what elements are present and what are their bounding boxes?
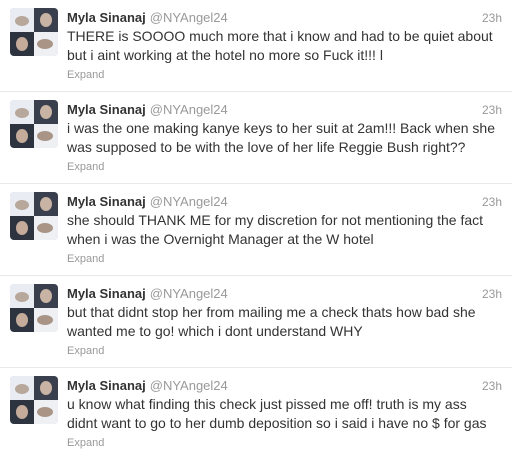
author-name[interactable]: Myla Sinanaj <box>67 286 146 301</box>
tweet-item[interactable]: Myla Sinanaj @NYAngel24 23h THERE is SOOO… <box>0 0 512 92</box>
author-handle[interactable]: @NYAngel24 <box>150 378 228 393</box>
tweet-content: Myla Sinanaj @NYAngel24 23h she should TH… <box>67 193 502 267</box>
tweet-text-line: didnt want to go to her dumb deposition … <box>67 415 487 431</box>
profile-photo-icon <box>10 8 58 56</box>
tweet-text-line: u know what finding this check just piss… <box>67 396 467 412</box>
tweet-text-line: THERE is SOOOO much more that i know and… <box>67 28 493 44</box>
tweet-text-line: was supposed to be with the love of her … <box>67 139 466 155</box>
tweet-content: Myla Sinanaj @NYAngel24 23h THERE is SOOO… <box>67 9 502 83</box>
profile-photo-icon <box>10 284 58 332</box>
tweet-content: Myla Sinanaj @NYAngel24 23h i was the one… <box>67 101 502 175</box>
tweet-timestamp[interactable]: 23h <box>482 9 502 27</box>
tweet-header: Myla Sinanaj @NYAngel24 23h <box>67 285 502 303</box>
avatar[interactable] <box>10 192 58 240</box>
avatar[interactable] <box>10 8 58 56</box>
tweet-content: Myla Sinanaj @NYAngel24 23h u know what f… <box>67 377 502 451</box>
tweet-text-line: but i aint working at the hotel no more … <box>67 47 383 63</box>
author-name[interactable]: Myla Sinanaj <box>67 194 146 209</box>
tweet-header: Myla Sinanaj @NYAngel24 23h <box>67 9 502 27</box>
author-name[interactable]: Myla Sinanaj <box>67 378 146 393</box>
author-handle[interactable]: @NYAngel24 <box>150 194 228 209</box>
avatar[interactable] <box>10 376 58 424</box>
profile-photo-icon <box>10 192 58 240</box>
tweet-text-line: i was the one making kanye keys to her s… <box>67 120 495 136</box>
tweet-content: Myla Sinanaj @NYAngel24 23h but that didn… <box>67 285 502 359</box>
author-name[interactable]: Myla Sinanaj <box>67 102 146 117</box>
tweet-header: Myla Sinanaj @NYAngel24 23h <box>67 377 502 395</box>
tweet-timeline: Myla Sinanaj @NYAngel24 23h THERE is SOOO… <box>0 0 512 468</box>
tweet-text-line: she should THANK ME for my discretion fo… <box>67 212 484 228</box>
author-name[interactable]: Myla Sinanaj <box>67 10 146 25</box>
expand-link[interactable]: Expand <box>67 68 104 82</box>
tweet-text-line: when i was the Overnight Manager at the … <box>67 231 374 247</box>
expand-link[interactable]: Expand <box>67 252 104 266</box>
avatar[interactable] <box>10 100 58 148</box>
avatar[interactable] <box>10 284 58 332</box>
tweet-item[interactable]: Myla Sinanaj @NYAngel24 23h u know what f… <box>0 368 512 460</box>
tweet-header: Myla Sinanaj @NYAngel24 23h <box>67 193 502 211</box>
author-handle[interactable]: @NYAngel24 <box>150 10 228 25</box>
expand-link[interactable]: Expand <box>67 344 104 358</box>
tweet-timestamp[interactable]: 23h <box>482 377 502 395</box>
expand-link[interactable]: Expand <box>67 160 104 174</box>
tweet-timestamp[interactable]: 23h <box>482 285 502 303</box>
tweet-text-line: wanted me to go! which i dont understand… <box>67 323 363 339</box>
tweet-timestamp[interactable]: 23h <box>482 193 502 211</box>
tweet-timestamp[interactable]: 23h <box>482 101 502 119</box>
profile-photo-icon <box>10 376 58 424</box>
author-handle[interactable]: @NYAngel24 <box>150 102 228 117</box>
profile-photo-icon <box>10 100 58 148</box>
tweet-item[interactable]: Myla Sinanaj @NYAngel24 23h but that didn… <box>0 276 512 368</box>
tweet-text-line: but that didnt stop her from mailing me … <box>67 304 476 320</box>
tweet-header: Myla Sinanaj @NYAngel24 23h <box>67 101 502 119</box>
tweet-item[interactable]: Myla Sinanaj @NYAngel24 23h she should TH… <box>0 184 512 276</box>
tweet-item[interactable]: Myla Sinanaj @NYAngel24 23h i was the one… <box>0 92 512 184</box>
expand-link[interactable]: Expand <box>67 436 104 450</box>
author-handle[interactable]: @NYAngel24 <box>150 286 228 301</box>
